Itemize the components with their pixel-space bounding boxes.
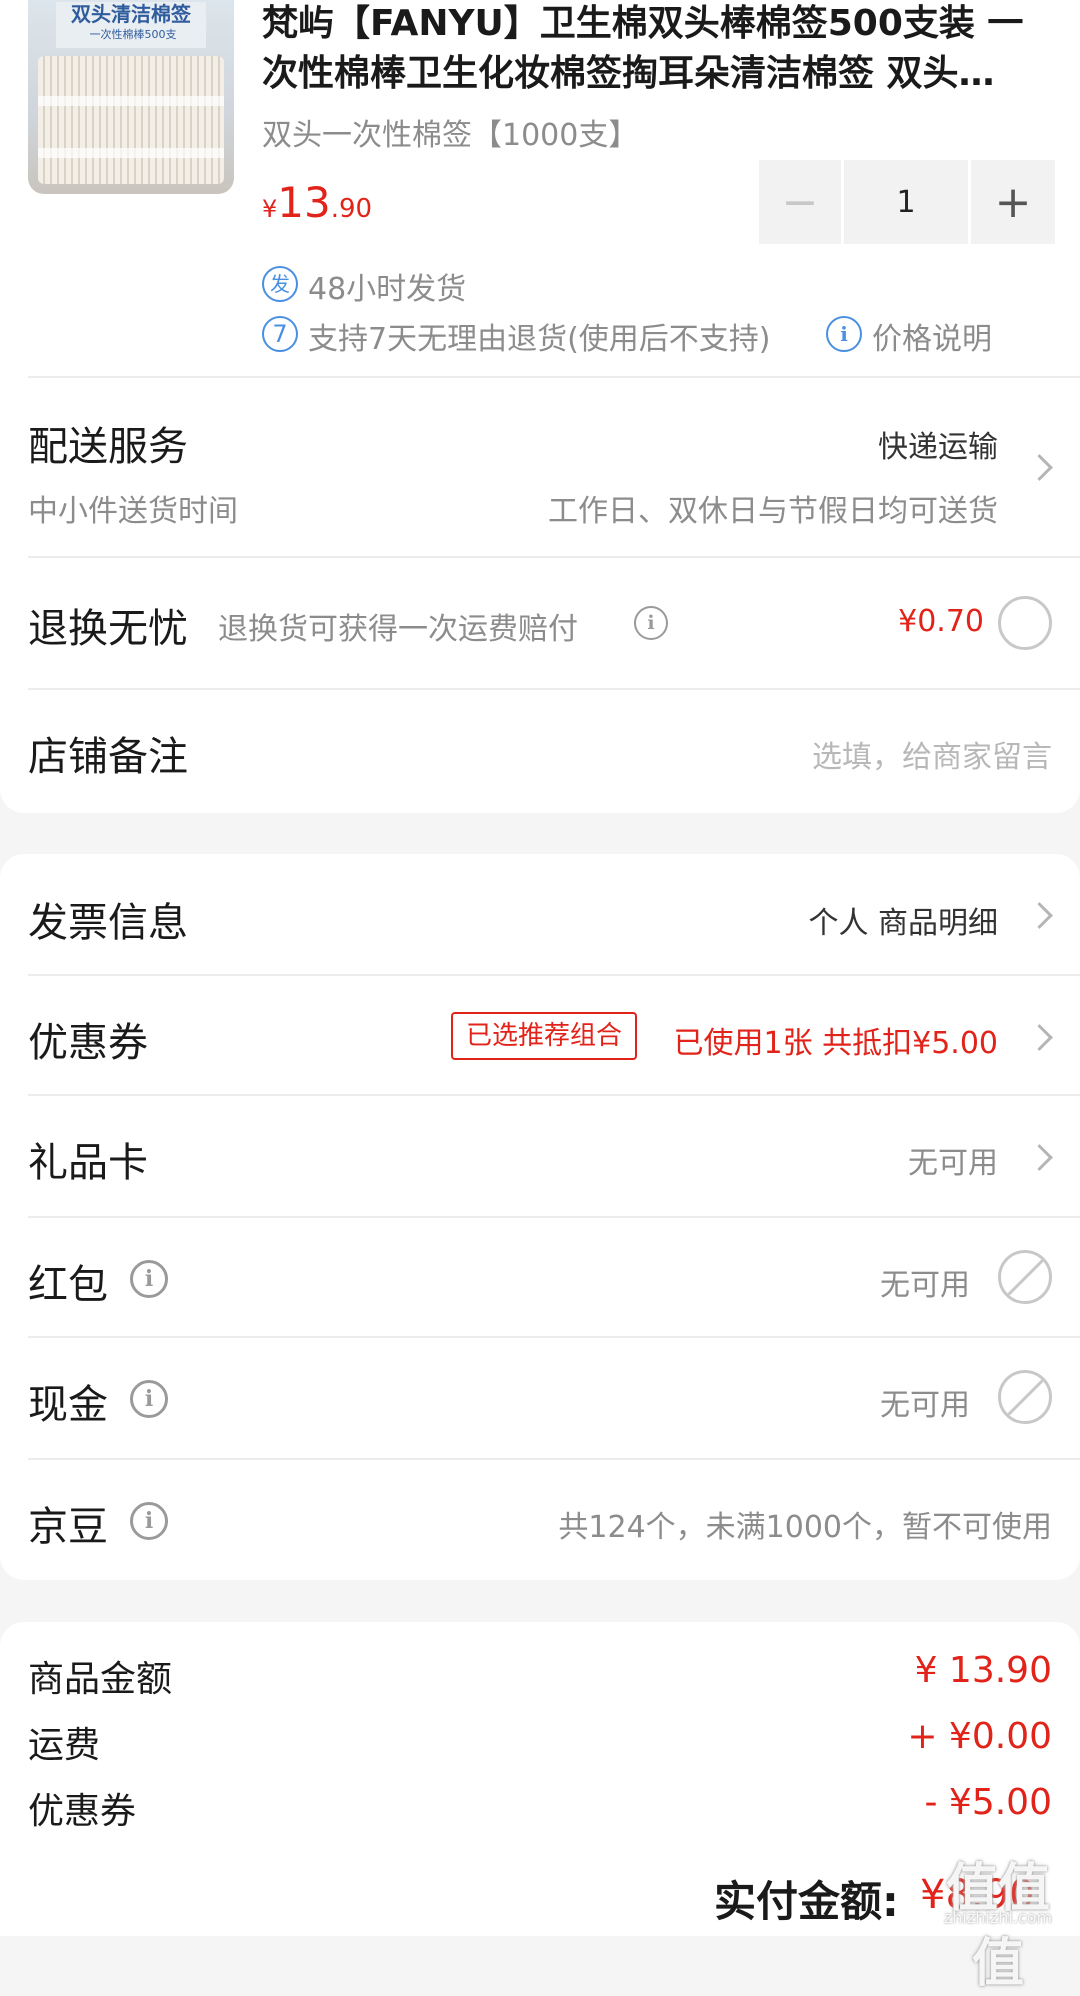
coupon-label: 优惠券: [28, 1020, 148, 1066]
info-icon[interactable]: i: [130, 1260, 168, 1298]
watermark-sub: zhizhizhi.com: [943, 1908, 1053, 1927]
product-title-line-2[interactable]: 次性棉棒卫生化妆棉签掏耳朵清洁棉签 双头…: [262, 44, 995, 96]
coupon-discount-value: - ¥5.00: [924, 1782, 1053, 1823]
return-worry-checkbox[interactable]: [998, 596, 1052, 650]
goods-amount-value: ¥ 13.90: [914, 1650, 1052, 1691]
red-packet-value: 无可用: [880, 1268, 970, 1303]
swab-graphic: [38, 56, 224, 184]
divider: [28, 688, 1080, 690]
product-image-subtitle: 一次性棉棒500支: [89, 28, 177, 41]
delivery-sub-value: 工作日、双休日与节假日均可送货: [548, 494, 998, 529]
red-packet-label: 红包: [28, 1262, 108, 1308]
quantity-stepper[interactable]: − 1 +: [759, 160, 1055, 244]
return-policy-text: 支持7天无理由退货(使用后不支持): [308, 322, 771, 357]
coupon-value: 已使用1张 共抵扣¥5.00: [673, 1026, 998, 1061]
shipping-badge-icon: 发: [262, 266, 298, 302]
cash-label: 现金: [28, 1382, 108, 1428]
product-price: ¥13.90: [262, 178, 372, 227]
divider: [28, 376, 1080, 378]
coupon-recommend-tag: 已选推荐组合: [451, 1012, 637, 1060]
quantity-value[interactable]: 1: [844, 160, 968, 244]
return-worry-price: ¥0.70: [898, 604, 984, 639]
chevron-right-icon: [1026, 454, 1053, 481]
jingdou-label: 京豆: [28, 1504, 108, 1550]
disabled-icon: [998, 1370, 1052, 1424]
price-note-link[interactable]: 价格说明: [872, 314, 992, 358]
return-worry-label: 退换无忧: [28, 606, 188, 652]
delivery-sub-label: 中小件送货时间: [28, 494, 238, 529]
divider: [28, 556, 1080, 558]
product-variant[interactable]: 双头一次性棉签【1000支】: [262, 110, 638, 154]
increase-button[interactable]: +: [971, 160, 1055, 244]
disabled-icon: [998, 1250, 1052, 1304]
info-icon[interactable]: i: [130, 1380, 168, 1418]
return-worry-desc: 退换货可获得一次运费赔付: [218, 612, 578, 647]
info-icon[interactable]: i: [634, 606, 668, 640]
divider: [28, 1458, 1080, 1460]
site-watermark: 值值值 zhizhizhi.com: [928, 1846, 1068, 1994]
total-label: 实付金额:: [714, 1877, 899, 1926]
gift-card-label: 礼品卡: [28, 1140, 148, 1186]
divider: [28, 1094, 1080, 1096]
decrease-button[interactable]: −: [759, 160, 841, 244]
freight-label: 运费: [28, 1725, 101, 1766]
info-icon[interactable]: i: [130, 1502, 168, 1540]
delivery-method: 快递运输: [878, 430, 998, 465]
coupon-discount-label: 优惠券: [28, 1791, 137, 1832]
shop-note-label: 店铺备注: [28, 734, 188, 780]
return-badge-icon: 7: [262, 316, 298, 352]
jingdou-value: 共124个，未满1000个，暂不可使用: [558, 1510, 1052, 1545]
freight-value: + ¥0.00: [907, 1716, 1052, 1757]
product-image[interactable]: 双头清洁棉签 一次性棉棒500支: [28, 0, 234, 194]
price-decimal: .90: [330, 194, 373, 224]
shipping-text: 48小时发货: [308, 272, 467, 307]
delivery-label: 配送服务: [28, 424, 188, 470]
price-integer: 13: [277, 178, 331, 227]
product-title-line-1[interactable]: 梵屿【FANYU】卫生棉双头棒棉签500支装 一: [262, 0, 1023, 46]
invoice-value: 个人 商品明细: [808, 906, 998, 941]
divider: [28, 974, 1080, 976]
invoice-label: 发票信息: [28, 900, 188, 946]
gift-card-value: 无可用: [908, 1146, 998, 1181]
goods-amount-label: 商品金额: [28, 1659, 173, 1700]
shop-note-input[interactable]: 选填，给商家留言: [812, 732, 1052, 776]
price-note-icon[interactable]: i: [826, 316, 862, 352]
cash-value: 无可用: [880, 1388, 970, 1423]
price-symbol: ¥: [262, 195, 278, 223]
divider: [28, 1216, 1080, 1218]
divider: [28, 1336, 1080, 1338]
order-card: 双头清洁棉签 一次性棉棒500支 梵屿【FANYU】卫生棉双头棒棉签500支装 …: [0, 0, 1080, 813]
